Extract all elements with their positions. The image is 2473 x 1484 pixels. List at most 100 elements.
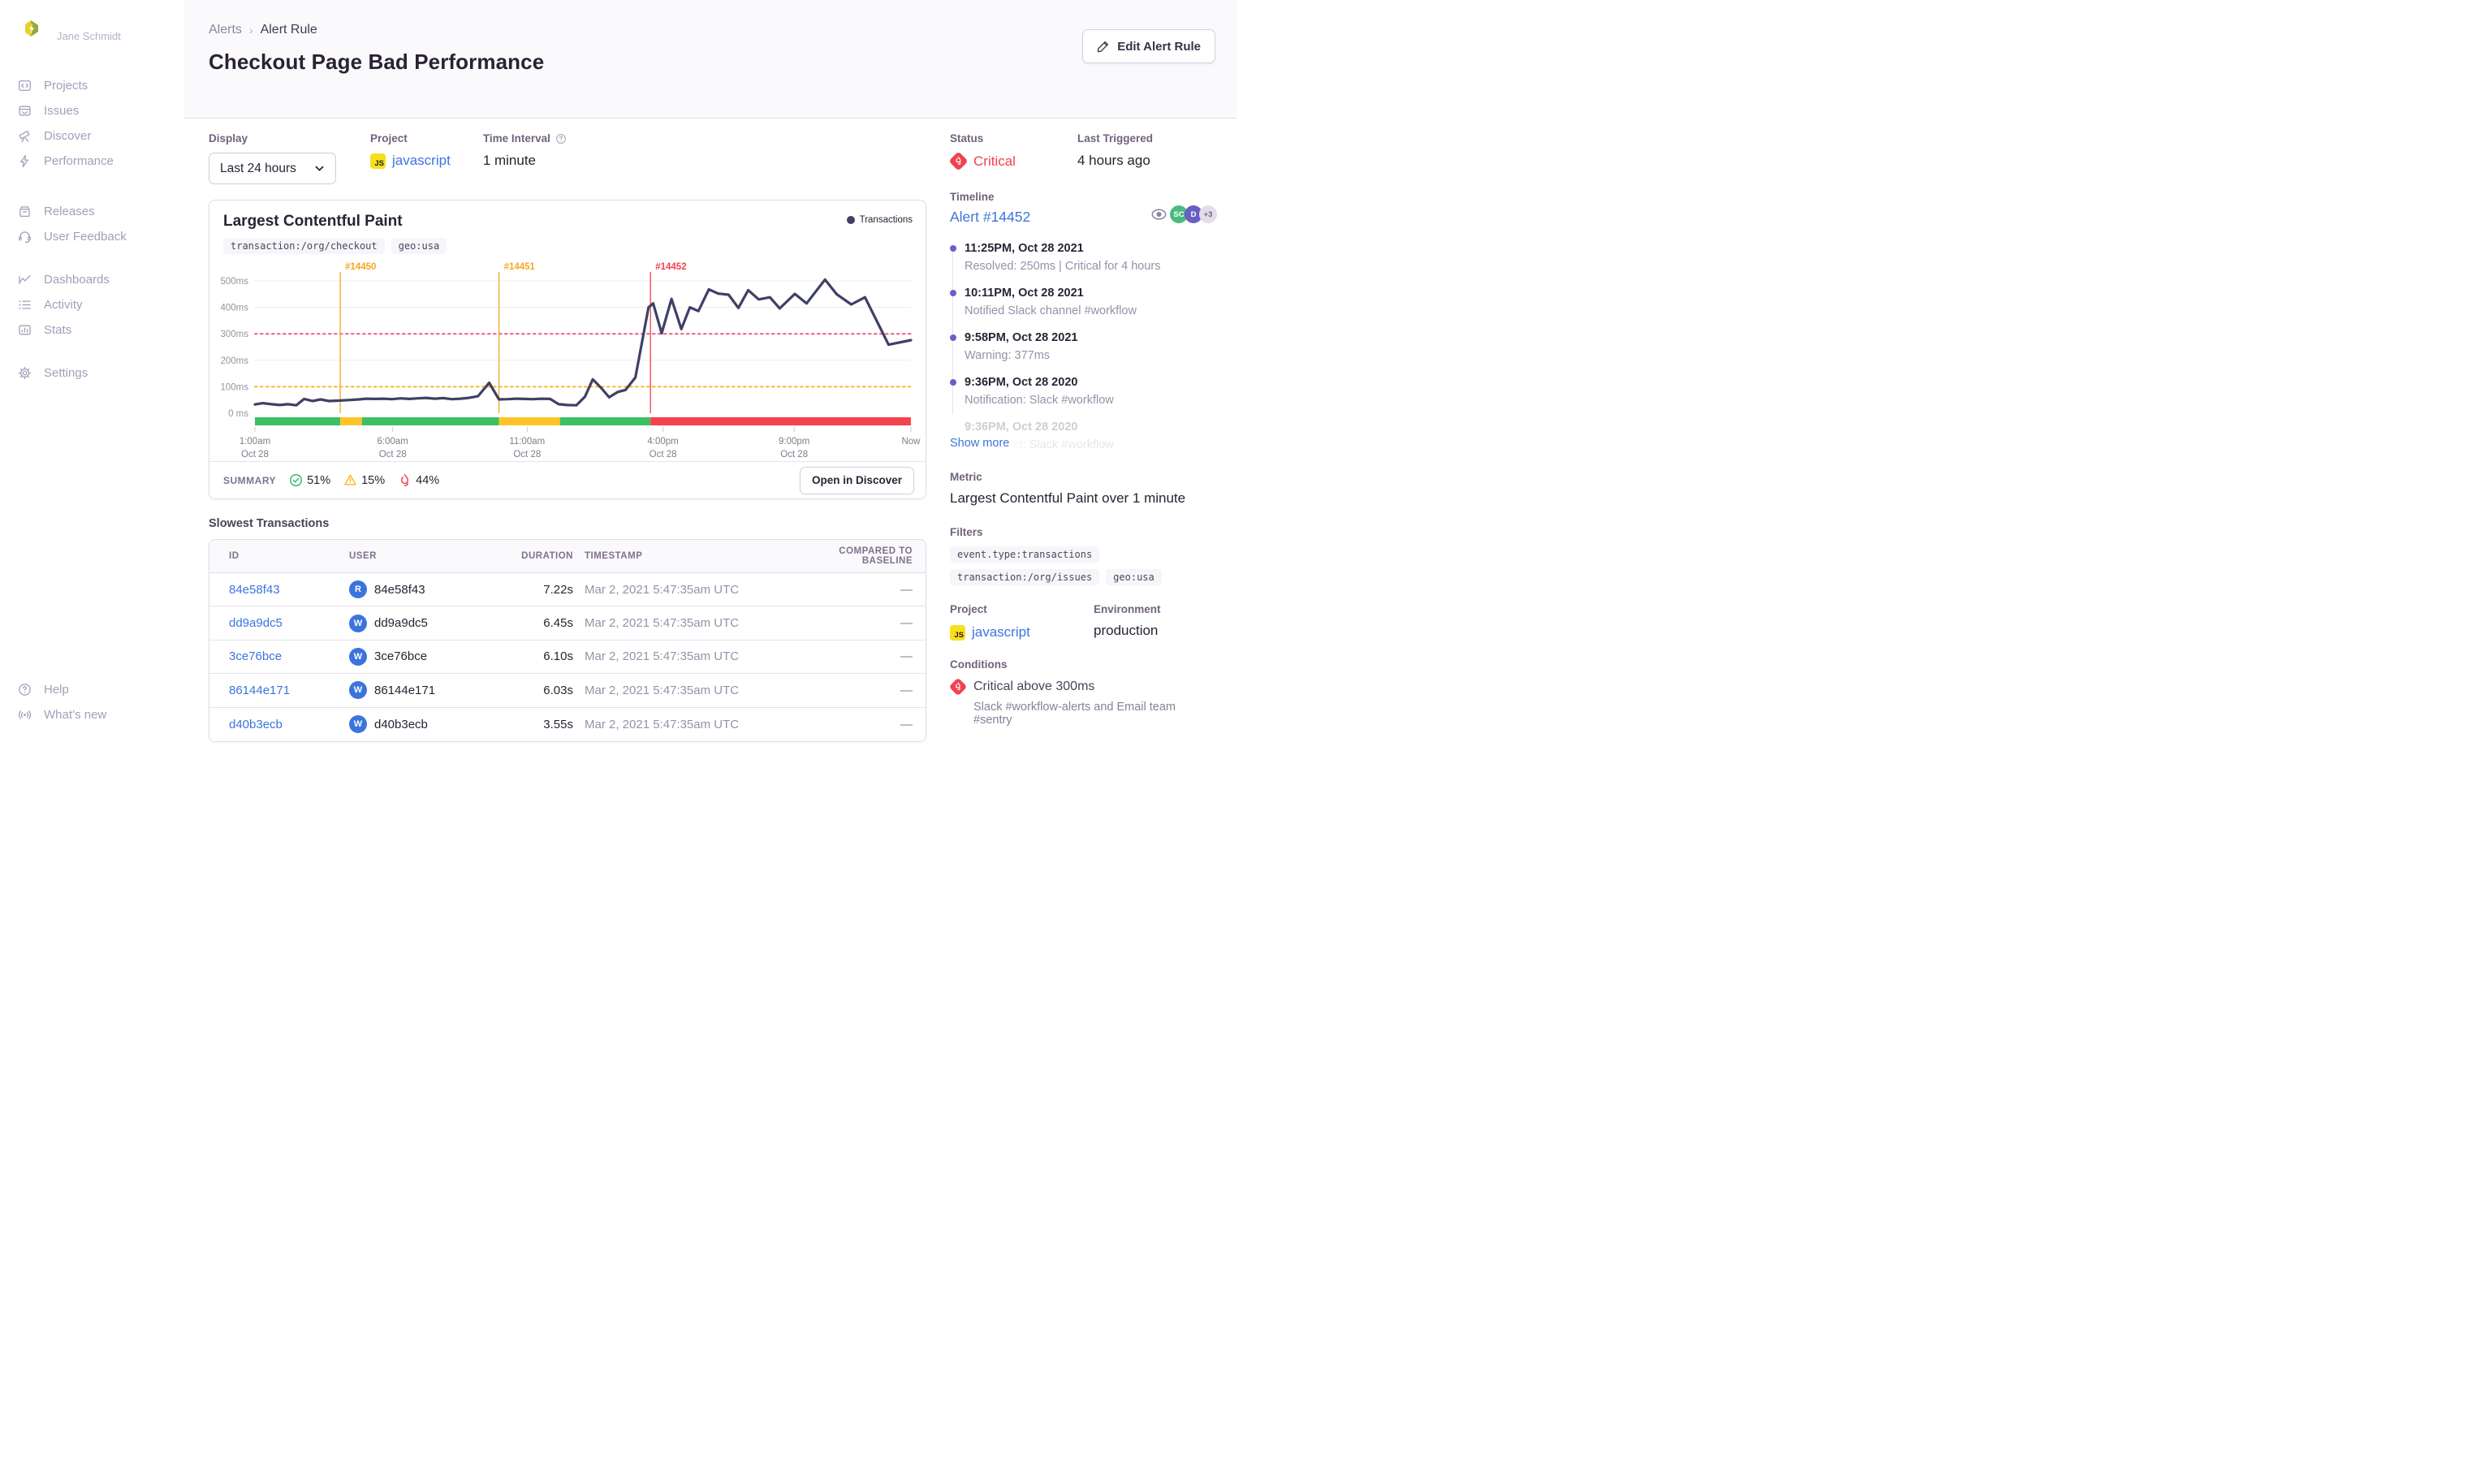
sidebar-item-performance[interactable]: Performance xyxy=(0,149,184,174)
edit-alert-rule-button[interactable]: Edit Alert Rule xyxy=(1082,29,1215,63)
sidebar-item-releases[interactable]: Releases xyxy=(0,199,184,224)
eye-icon xyxy=(1151,209,1167,220)
empower-plant-logo-icon xyxy=(25,20,38,37)
detail-project-link[interactable]: javascript xyxy=(972,624,1030,641)
org-switcher[interactable]: Empower Plant Jane Schmidt xyxy=(0,0,184,44)
project-link[interactable]: javascript xyxy=(392,153,451,169)
transaction-id-link[interactable]: d40b3ecb xyxy=(229,718,283,731)
breadcrumb: Alerts › Alert Rule xyxy=(209,23,1214,37)
sidebar-item-discover[interactable]: Discover xyxy=(0,123,184,149)
show-more-link[interactable]: Show more xyxy=(950,437,1034,450)
svg-text:100ms: 100ms xyxy=(220,382,248,392)
interval-value: 1 minute xyxy=(482,153,537,168)
timeline-dot-icon xyxy=(950,334,956,341)
avatar-overflow-count: +3 xyxy=(1199,205,1217,223)
legend-transactions[interactable]: Transactions xyxy=(846,215,913,225)
summary-critical: 44% xyxy=(398,473,439,487)
sidebar: Empower Plant Jane Schmidt Projects Issu… xyxy=(0,0,184,742)
sidebar-item-label: User Feedback xyxy=(44,230,127,244)
sidebar-item-label: What’s new xyxy=(44,708,107,722)
chevron-right-icon: › xyxy=(248,24,253,37)
duration-cell: 7.22s xyxy=(543,582,573,597)
conditions-label: Conditions xyxy=(950,658,1008,671)
sidebar-item-user-feedback[interactable]: User Feedback xyxy=(0,224,184,249)
interval-label: Time Interval xyxy=(482,132,550,145)
col-duration: DURATION xyxy=(521,551,573,561)
svg-text:1:00am: 1:00am xyxy=(240,437,270,446)
help-circle-icon[interactable] xyxy=(555,133,567,145)
breadcrumb-alerts-link[interactable]: Alerts xyxy=(209,23,242,37)
transaction-id-link[interactable]: 86144e171 xyxy=(229,684,290,697)
flame-icon xyxy=(398,473,412,487)
timeline-event: 9:58PM, Oct 28 2021 Warning: 377ms xyxy=(950,331,1217,362)
open-in-discover-button[interactable]: Open in Discover xyxy=(799,466,914,494)
table-row[interactable]: d40b3ecb Wd40b3ecb 3.55s Mar 2, 2021 5:4… xyxy=(209,707,926,741)
sidebar-item-whats-new[interactable]: What’s new xyxy=(0,702,184,727)
user-feedback-icon xyxy=(18,230,32,244)
sidebar-item-activity[interactable]: Activity xyxy=(0,292,184,317)
conditions-block: Conditions Critical above 300ms Slack #w… xyxy=(948,658,1217,727)
col-id: ID xyxy=(229,551,240,561)
metric-block: Metric Largest Contentful Paint over 1 m… xyxy=(950,471,1217,507)
baseline-cell: — xyxy=(900,683,913,697)
sidebar-item-label: Settings xyxy=(44,366,88,380)
filter-chip: transaction:/org/issues xyxy=(950,569,1100,585)
table-row[interactable]: dd9a9dc5 Wdd9a9dc5 6.45s Mar 2, 2021 5:4… xyxy=(209,606,926,641)
summary-healthy: 51% xyxy=(289,473,330,487)
environment-value: production xyxy=(1094,623,1159,638)
page-title: Checkout Page Bad Performance xyxy=(209,50,545,74)
metric-value: Largest Contentful Paint over 1 minute xyxy=(950,490,1186,506)
svg-text:11:00am: 11:00am xyxy=(509,437,545,446)
page-header: Alerts › Alert Rule Checkout Page Bad Pe… xyxy=(184,0,1236,119)
svg-text:Oct 28: Oct 28 xyxy=(379,450,407,459)
svg-text:Oct 28: Oct 28 xyxy=(780,450,808,459)
table-row[interactable]: 86144e171 W 86144e171 6.03s Mar 2, 2021 5… xyxy=(209,674,926,708)
issues-icon xyxy=(18,104,32,118)
last-triggered-block: Last Triggered 4 hours ago xyxy=(1077,132,1153,170)
col-baseline: COMPARED TO BASELINE xyxy=(839,546,913,566)
javascript-platform-icon: JS xyxy=(370,153,386,169)
sidebar-item-stats[interactable]: Stats xyxy=(0,317,184,343)
sidebar-item-settings[interactable]: Settings xyxy=(0,360,184,386)
table-row[interactable]: 84e58f43 R 84e58f43 7.22s Mar 2, 2021 5:4… xyxy=(209,573,926,607)
chart-title: Largest Contentful Paint xyxy=(223,213,403,230)
table-row[interactable]: 3ce76bce W 3ce76bce 6.10s Mar 2, 2021 5:4… xyxy=(209,640,926,675)
sidebar-item-label: Discover xyxy=(44,129,92,143)
gear-icon xyxy=(18,366,32,380)
transaction-id-link[interactable]: dd9a9dc5 xyxy=(229,616,283,630)
status-label: Status xyxy=(950,132,984,145)
sidebar-item-alerts[interactable]: Alerts xyxy=(0,174,184,199)
alert-id-link[interactable]: Alert #14452 xyxy=(950,209,1030,226)
svg-text:Now: Now xyxy=(901,437,921,446)
broadcast-icon xyxy=(18,708,32,722)
svg-text:4:00pm: 4:00pm xyxy=(647,437,678,446)
chart-tag-geo: geo:usa xyxy=(391,238,447,254)
alert-details-panel: Status Critical Last Triggered 4 hours a… xyxy=(948,132,1217,742)
filter-chip: event.type:transactions xyxy=(950,546,1100,563)
project-label: Project xyxy=(950,603,987,615)
user-avatar: W xyxy=(349,715,367,734)
sidebar-item-issues[interactable]: Issues xyxy=(0,98,184,123)
releases-icon xyxy=(18,205,32,218)
projects-icon xyxy=(18,79,32,93)
timeline-dot-icon xyxy=(950,290,956,296)
transaction-id-link[interactable]: 3ce76bce xyxy=(229,649,282,663)
chart-summary-bar: SUMMARY 51% 15% 44% Open in Discover xyxy=(209,461,926,498)
project-block: Project JS javascript xyxy=(950,603,1094,641)
chart-tag-transaction: transaction:/org/checkout xyxy=(223,238,385,254)
display-select[interactable]: Last 24 hours xyxy=(209,153,336,184)
sidebar-item-projects[interactable]: Projects xyxy=(0,73,184,98)
timeline-dot-icon xyxy=(950,245,956,252)
transaction-id-link[interactable]: 84e58f43 xyxy=(229,583,280,597)
svg-text:#14450: #14450 xyxy=(345,262,376,272)
org-user-name: Jane Schmidt xyxy=(57,30,121,42)
check-circle-icon xyxy=(289,473,303,487)
sidebar-item-dashboards[interactable]: Dashboards xyxy=(0,267,184,292)
sidebar-item-help[interactable]: Help xyxy=(0,677,184,702)
slowest-transactions-table: ID USER DURATION TIMESTAMP COMPARED TO B… xyxy=(209,539,926,742)
lcp-chart: 0 ms 100ms 200ms 300ms 400ms 500ms #14450 #1445… xyxy=(220,262,921,459)
user-avatar: W xyxy=(349,614,367,632)
legend-dot-icon xyxy=(846,216,855,224)
performance-icon xyxy=(18,154,32,168)
baseline-cell: — xyxy=(900,582,913,597)
